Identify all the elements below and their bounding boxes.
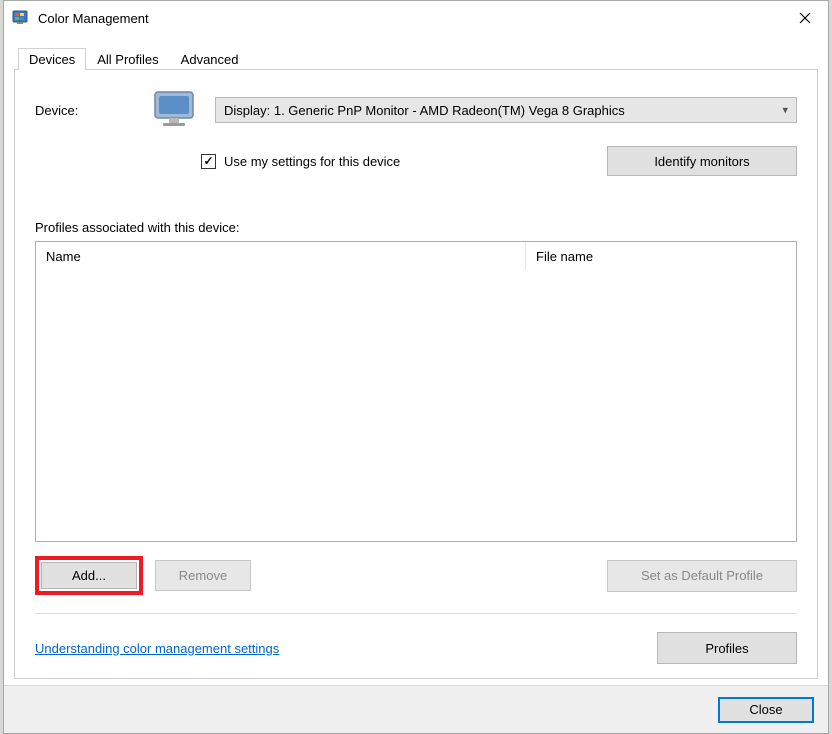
add-button-highlight: Add... <box>35 556 143 595</box>
tab-content-devices: Device: Display: 1. Generic PnP Monitor … <box>14 69 818 679</box>
close-icon <box>799 12 811 24</box>
add-button[interactable]: Add... <box>41 562 137 589</box>
device-select-value: Display: 1. Generic PnP Monitor - AMD Ra… <box>224 103 625 118</box>
profiles-section-label: Profiles associated with this device: <box>35 220 797 235</box>
window-close-button[interactable] <box>782 2 828 34</box>
device-row: Device: Display: 1. Generic PnP Monitor … <box>35 88 797 132</box>
chevron-down-icon: ▾ <box>782 104 788 117</box>
tab-all-profiles[interactable]: All Profiles <box>86 48 169 70</box>
client-area: Devices All Profiles Advanced Device: Di… <box>4 35 828 685</box>
profiles-button[interactable]: Profiles <box>657 632 797 664</box>
profile-buttons-row: Add... Remove Set as Default Profile <box>35 556 797 595</box>
bottom-bar: Close <box>4 685 828 733</box>
use-settings-row: Use my settings for this device Identify… <box>35 146 797 176</box>
color-management-window: Color Management Devices All Profiles Ad… <box>3 0 829 734</box>
window-title: Color Management <box>38 11 149 26</box>
titlebar: Color Management <box>4 1 828 35</box>
close-button[interactable]: Close <box>718 697 814 723</box>
device-label: Device: <box>35 103 135 118</box>
tab-devices[interactable]: Devices <box>18 48 86 70</box>
set-default-profile-button: Set as Default Profile <box>607 560 797 592</box>
use-my-settings-label: Use my settings for this device <box>224 154 400 169</box>
footer-row: Understanding color management settings … <box>35 632 797 664</box>
remove-button: Remove <box>155 560 251 591</box>
identify-monitors-button[interactable]: Identify monitors <box>607 146 797 176</box>
tabstrip: Devices All Profiles Advanced <box>14 45 818 69</box>
column-file-name[interactable]: File name <box>526 242 796 270</box>
use-my-settings-checkbox[interactable] <box>201 154 216 169</box>
separator <box>35 613 797 614</box>
profiles-list[interactable]: Name File name <box>35 241 797 542</box>
profiles-list-body <box>36 270 796 541</box>
color-management-icon <box>12 9 30 27</box>
tab-advanced[interactable]: Advanced <box>170 48 250 70</box>
device-select[interactable]: Display: 1. Generic PnP Monitor - AMD Ra… <box>215 97 797 123</box>
profiles-list-header: Name File name <box>36 242 796 270</box>
monitor-icon <box>149 88 201 132</box>
column-name[interactable]: Name <box>36 242 526 270</box>
understanding-link[interactable]: Understanding color management settings <box>35 641 279 656</box>
